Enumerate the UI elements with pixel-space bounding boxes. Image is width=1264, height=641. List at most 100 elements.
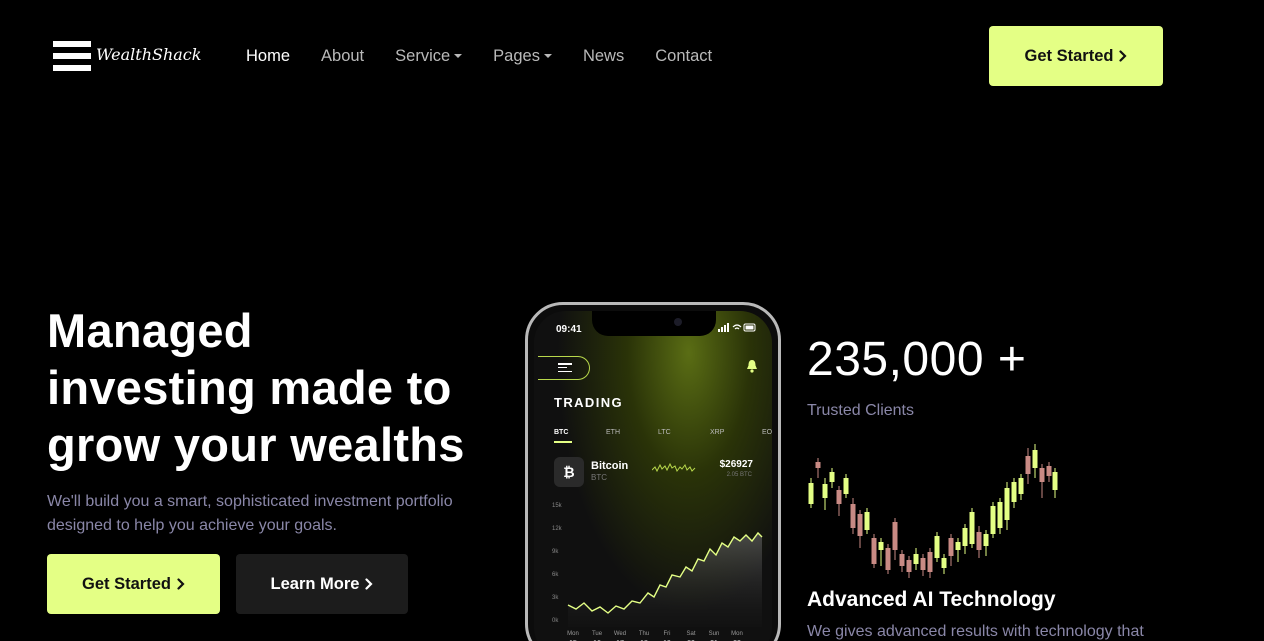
y-tick: 3k: [552, 595, 559, 601]
candle-body: [836, 490, 842, 504]
phone-mockup: 09:41 TRADING BTC ETH LTC XRP EO ₿ Bitco…: [525, 302, 781, 641]
candle-body: [913, 554, 919, 564]
logo-bars-icon: [53, 41, 91, 71]
candle-body: [1025, 456, 1031, 474]
hero-get-started-button[interactable]: Get Started: [47, 554, 220, 614]
menu-icon: [558, 363, 572, 372]
candlestick-illustration: [808, 444, 1058, 578]
candle-body: [899, 554, 905, 566]
bitcoin-icon: ₿: [554, 457, 584, 487]
svg-text:Thu: Thu: [639, 631, 649, 637]
y-tick: 9k: [552, 549, 559, 555]
candle-body: [1039, 468, 1045, 482]
candle-body: [906, 560, 912, 572]
tab-btc[interactable]: BTC: [554, 429, 606, 436]
nav-pages[interactable]: Pages: [493, 46, 552, 66]
y-tick: 6k: [552, 572, 559, 578]
chevron-right-icon: [177, 578, 185, 590]
candle-body: [920, 558, 926, 570]
clients-count: 235,000 +: [807, 333, 1027, 386]
menu-toggle[interactable]: [538, 356, 590, 380]
nav-home[interactable]: Home: [246, 46, 290, 66]
main-nav: Home About Service Pages News Contact: [246, 46, 712, 66]
candle-body: [990, 506, 996, 534]
candle-body: [864, 512, 870, 530]
candle-body: [815, 462, 821, 468]
phone-coin-tabs: BTC ETH LTC XRP EO: [554, 429, 772, 436]
hero-subtitle: We'll build you a smart, sophisticated i…: [47, 493, 453, 534]
phone-notch: [592, 311, 716, 336]
candle-body: [969, 512, 975, 544]
nav-get-started-label: Get Started: [1024, 46, 1114, 65]
candle-body: [934, 536, 940, 558]
nav-about[interactable]: About: [321, 46, 364, 66]
coin-name: Bitcoin: [591, 460, 629, 472]
nav-service[interactable]: Service: [395, 46, 463, 66]
candle-body: [1011, 482, 1017, 502]
candle-body: [843, 478, 849, 494]
phone-title: TRADING: [554, 395, 624, 410]
chevron-right-icon: [365, 578, 374, 590]
candle-body: [948, 538, 954, 556]
y-tick: 15k: [552, 503, 563, 509]
coin-holdings: 2.05 BTC: [726, 472, 752, 478]
candle-body: [808, 483, 814, 504]
candle-body: [850, 504, 856, 528]
coin-sparkline: [652, 462, 696, 473]
candle-body: [962, 528, 968, 546]
svg-text:Tue: Tue: [592, 631, 603, 637]
candle-body: [1018, 478, 1024, 494]
svg-text:Fri: Fri: [664, 631, 671, 637]
y-tick: 0k: [552, 618, 559, 624]
candle-body: [885, 548, 891, 570]
candle-body: [892, 522, 898, 550]
candle-body: [927, 552, 933, 572]
candle-body: [1052, 472, 1058, 490]
candle-body: [941, 558, 947, 568]
candle-body: [997, 502, 1003, 528]
candle-body: [857, 514, 863, 536]
chevron-right-icon: [1119, 50, 1128, 62]
candle-body: [829, 472, 835, 482]
caret-down-icon: [454, 54, 463, 58]
svg-text:Sat: Sat: [686, 631, 695, 637]
brand-name: WealthShack: [96, 44, 202, 64]
candle-body: [1032, 450, 1038, 468]
tab-eth[interactable]: ETH: [606, 429, 658, 436]
candle-body: [976, 532, 982, 550]
camera-icon: [674, 318, 682, 326]
clients-label: Trusted Clients: [807, 402, 914, 419]
candle-body: [871, 538, 877, 564]
tab-xrp[interactable]: XRP: [710, 429, 762, 436]
phone-screen: 09:41 TRADING BTC ETH LTC XRP EO ₿ Bitco…: [534, 311, 772, 641]
svg-text:Wed: Wed: [614, 631, 626, 637]
tab-ltc[interactable]: LTC: [658, 429, 710, 436]
bell-icon[interactable]: [746, 359, 758, 373]
tab-underline: [554, 441, 572, 443]
phone-price-chart: 15k 12k 9k 6k 3k 0k Mon Tue Wed Thu Fri Sat…: [552, 503, 763, 641]
hero-learn-more-button[interactable]: Learn More: [236, 554, 408, 614]
phone-time: 09:41: [556, 324, 582, 335]
logo[interactable]: WealthShack: [53, 41, 201, 71]
candle-body: [822, 484, 828, 498]
candle-body: [983, 534, 989, 546]
candle-body: [955, 542, 961, 550]
svg-text:Mon: Mon: [731, 631, 743, 637]
candle-body: [1046, 466, 1052, 476]
y-tick: 12k: [552, 526, 563, 532]
nav-news[interactable]: News: [583, 46, 624, 66]
coin-price: $26927: [719, 459, 753, 470]
status-icons: [718, 323, 756, 332]
candle-body: [878, 542, 884, 550]
feature-title: Advanced AI Technology: [807, 588, 1056, 611]
hero-title: Managed investing made to grow your weal…: [47, 304, 465, 471]
svg-text:Sun: Sun: [709, 631, 720, 637]
nav-contact[interactable]: Contact: [655, 46, 712, 66]
caret-down-icon: [543, 54, 552, 58]
tab-eo[interactable]: EO: [762, 429, 772, 436]
nav-get-started-button[interactable]: Get Started: [989, 26, 1163, 86]
feature-text: We gives advanced results with technolog…: [807, 623, 1144, 640]
candle-body: [1004, 488, 1010, 520]
svg-text:Mon: Mon: [567, 631, 579, 637]
coin-ticker: BTC: [591, 473, 607, 482]
